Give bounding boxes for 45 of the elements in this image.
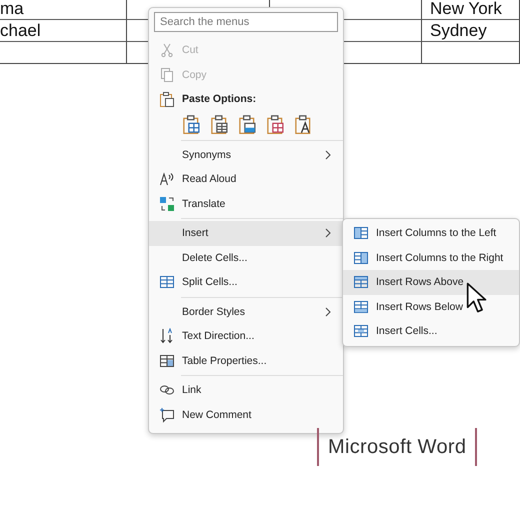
insert-column-left-icon bbox=[353, 225, 369, 242]
paste-table-icon bbox=[238, 114, 258, 134]
insert-cells-icon bbox=[353, 323, 369, 340]
menu-item[interactable]: Insert Cells... bbox=[343, 319, 519, 344]
paste-rows-icon bbox=[210, 114, 230, 134]
insert-row-above-icon bbox=[353, 274, 369, 290]
scissors-icon bbox=[159, 42, 175, 58]
translate-icon bbox=[159, 196, 175, 212]
paste-table-icon bbox=[266, 114, 286, 134]
chevron-right-icon bbox=[323, 150, 333, 160]
menu-item[interactable]: New Comment bbox=[149, 402, 343, 427]
clipboard-icon bbox=[159, 91, 175, 108]
menu-item[interactable]: Insert Columns to the Left bbox=[343, 221, 519, 246]
text-direction-icon bbox=[159, 328, 175, 344]
table-cell: ma bbox=[0, 0, 127, 19]
table-cell: Sydney bbox=[422, 19, 520, 41]
paste-options-heading: Paste Options: bbox=[182, 93, 258, 106]
table-grid-icon bbox=[159, 274, 175, 290]
menu-item[interactable]: Border Styles bbox=[149, 300, 343, 324]
menu-item[interactable]: Table Properties... bbox=[149, 348, 343, 373]
speaker-letter-icon bbox=[159, 171, 175, 188]
mouse-pointer-icon bbox=[466, 281, 488, 315]
menu-item[interactable]: Split Cells... bbox=[149, 270, 343, 294]
copy-icon bbox=[159, 66, 175, 83]
menu-item[interactable]: Insert Columns to the Right bbox=[343, 246, 519, 270]
insert-column-right-icon bbox=[353, 250, 369, 266]
menu-item[interactable]: Text Direction... bbox=[149, 324, 343, 348]
comment-icon bbox=[159, 406, 175, 423]
search-field[interactable]: Search the menus bbox=[154, 12, 338, 32]
paste-table-icon bbox=[182, 114, 202, 134]
menu-item[interactable]: Delete Cells... bbox=[149, 246, 343, 270]
menu-item[interactable]: Translate bbox=[149, 192, 343, 216]
insert-row-below-icon bbox=[353, 298, 369, 315]
menu-item[interactable]: Read Aloud bbox=[149, 167, 343, 192]
menu-item[interactable]: Insert bbox=[149, 221, 343, 246]
chevron-right-icon bbox=[323, 228, 333, 238]
table-properties-icon bbox=[159, 352, 175, 369]
table-cell: New York bbox=[422, 0, 520, 19]
chevron-right-icon bbox=[323, 306, 333, 317]
menu-item[interactable]: Insert Rows Below bbox=[343, 294, 519, 319]
menu-item[interactable]: Link bbox=[149, 378, 343, 402]
table-cell: chael bbox=[0, 19, 127, 41]
caption: Microsoft Word bbox=[327, 436, 468, 458]
menu-item[interactable]: Insert Rows Above bbox=[343, 270, 519, 294]
menu-item[interactable]: Synonyms bbox=[149, 142, 343, 167]
